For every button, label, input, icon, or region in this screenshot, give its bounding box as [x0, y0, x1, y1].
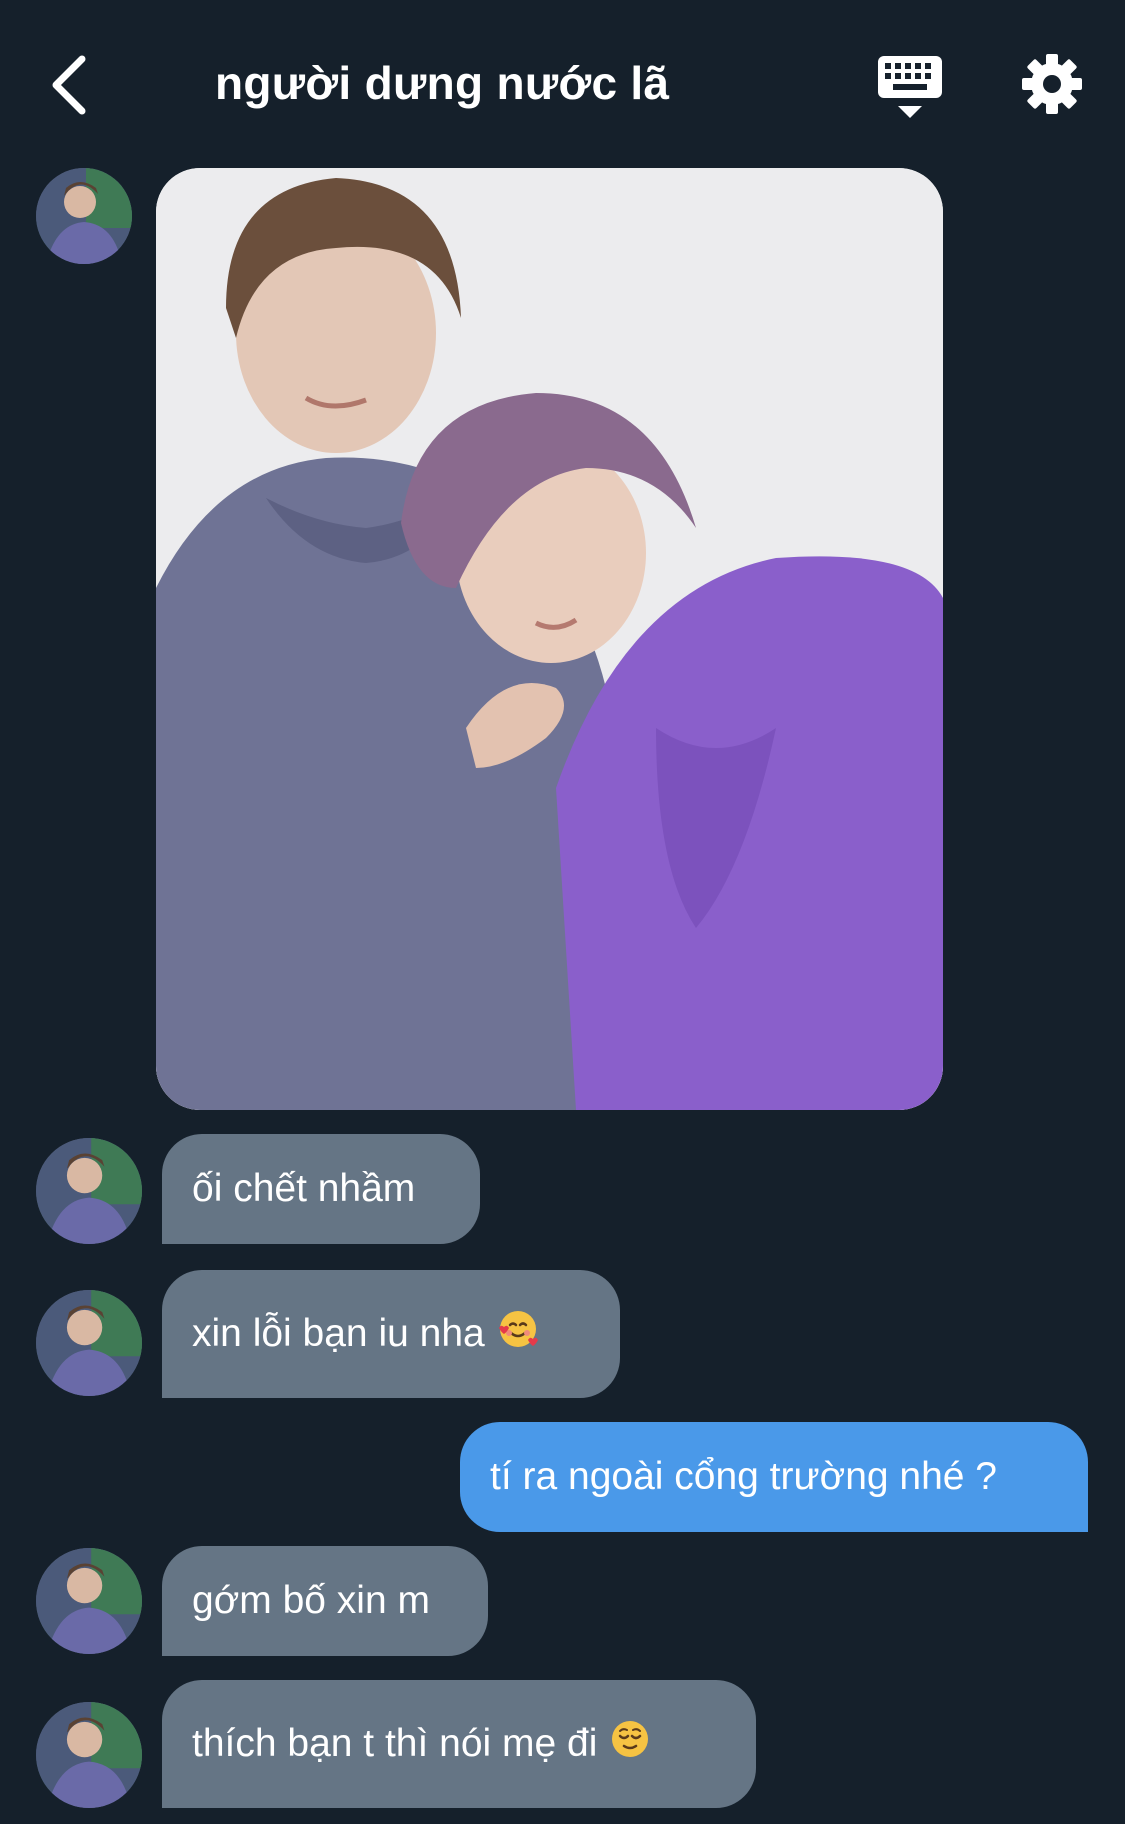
keyboard-button[interactable]	[872, 52, 948, 120]
chat-title: người dưng nước lã	[215, 57, 670, 109]
message-bubble-incoming[interactable]: xin lỗi bạn iu nha	[162, 1270, 620, 1398]
avatar-photo	[36, 1290, 142, 1396]
message-bubble-incoming[interactable]: gớm bố xin m	[162, 1546, 488, 1656]
settings-button[interactable]	[1020, 52, 1084, 116]
shared-photo[interactable]	[156, 168, 943, 1110]
avatar-photo	[36, 168, 132, 264]
avatar[interactable]	[36, 1290, 142, 1396]
back-button[interactable]	[38, 50, 98, 120]
avatar[interactable]	[36, 1138, 142, 1244]
message-bubble-incoming[interactable]: thích bạn t thì nói mẹ đi	[162, 1680, 756, 1808]
message-bubble-outgoing[interactable]: tí ra ngoài cổng trường nhé ?	[460, 1422, 1088, 1532]
back-chevron-icon	[52, 55, 86, 115]
message-text: xin lỗi bạn iu nha	[192, 1312, 485, 1355]
message-text: tí ra ngoài cổng trường nhé ?	[490, 1455, 997, 1498]
avatar-photo	[36, 1548, 142, 1654]
relieved-face-icon	[609, 1718, 651, 1770]
message-text: thích bạn t thì nói mẹ đi	[192, 1722, 598, 1765]
avatar[interactable]	[36, 1548, 142, 1654]
avatar-photo	[36, 1138, 142, 1244]
chat-screen: người dưng nước lã ối chết nhầm xin lỗi …	[0, 0, 1125, 1824]
message-text: gớm bố xin m	[192, 1579, 430, 1622]
keyboard-icon	[878, 56, 942, 118]
photo-image	[156, 168, 943, 1110]
chat-header: người dưng nước lã	[0, 0, 1125, 160]
avatar[interactable]	[36, 1702, 142, 1808]
avatar-photo	[36, 1702, 142, 1808]
avatar[interactable]	[36, 168, 132, 264]
gear-icon	[1022, 54, 1082, 114]
message-bubble-incoming[interactable]: ối chết nhầm	[162, 1134, 480, 1244]
smiling-face-with-hearts-icon	[497, 1308, 539, 1360]
message-text: ối chết nhầm	[192, 1167, 416, 1210]
